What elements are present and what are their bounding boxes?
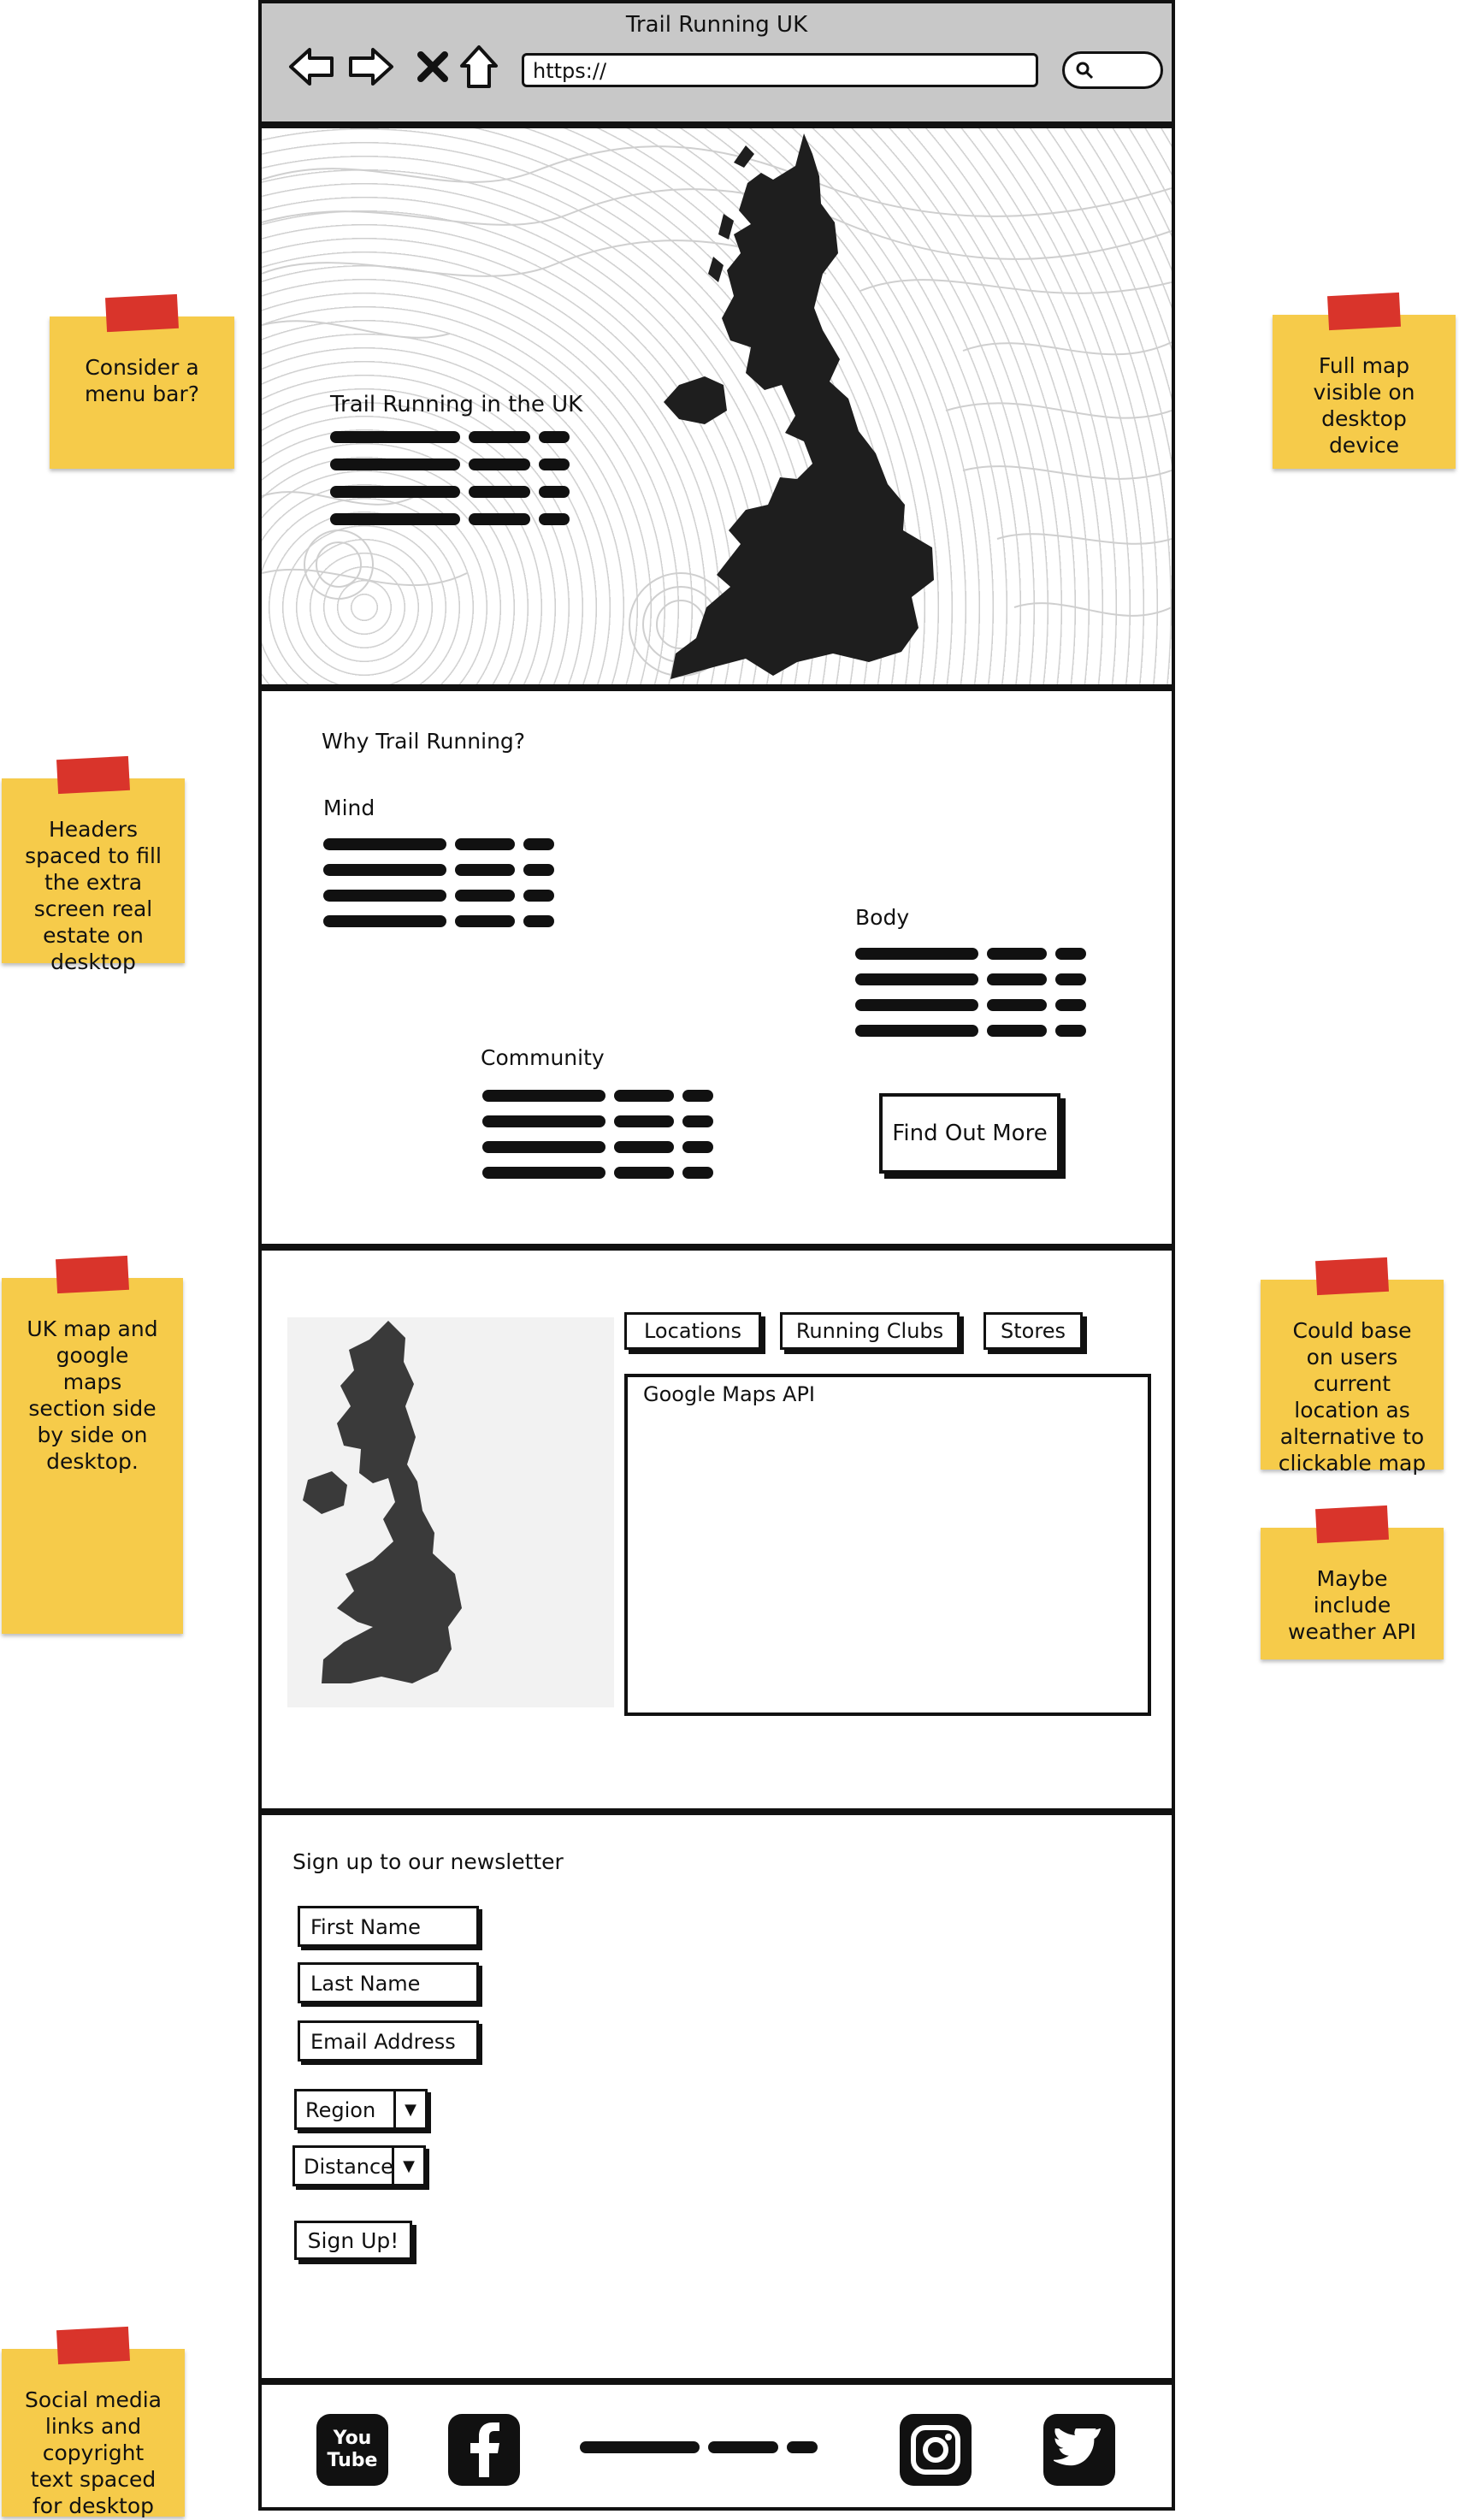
email-field[interactable]: Email Address: [298, 2020, 479, 2062]
sticky-note-full-map: Full map visible on desktop device: [1273, 292, 1456, 469]
community-heading: Community: [481, 1045, 605, 1070]
tape: [56, 2326, 130, 2365]
window-title: Trail Running UK: [625, 12, 808, 38]
tape: [1327, 292, 1401, 331]
maps-section: Locations Running Clubs Stores Google Ma…: [258, 1247, 1175, 1812]
body-heading: Body: [855, 905, 910, 930]
sticky-note-social-links: Social media links and copyright text sp…: [2, 2326, 185, 2518]
twitter-icon[interactable]: [1043, 2414, 1115, 2486]
newsletter-section: Sign up to our newsletter First Name Las…: [258, 1812, 1175, 2381]
uk-map-silhouette[interactable]: [645, 128, 970, 684]
tape: [105, 293, 179, 333]
chevron-down-icon[interactable]: ▼: [392, 2148, 423, 2184]
sticky-note-headers-spaced: Headers spaced to fill the extra screen …: [2, 755, 185, 974]
uk-map-image[interactable]: [287, 1317, 614, 1707]
google-maps-panel[interactable]: Google Maps API: [624, 1374, 1151, 1716]
community-text-scribble: [482, 1090, 722, 1184]
footer: You Tube: [258, 2381, 1175, 2511]
mind-heading: Mind: [323, 796, 375, 820]
uk-clickable-map[interactable]: [287, 1317, 614, 1707]
forward-arrow-icon[interactable]: [347, 43, 395, 91]
find-out-more-button[interactable]: Find Out More: [879, 1093, 1060, 1174]
url-bar[interactable]: https://: [522, 53, 1038, 87]
tape: [56, 1255, 129, 1294]
tab-running-clubs[interactable]: Running Clubs: [780, 1312, 960, 1350]
chevron-down-icon[interactable]: ▼: [393, 2091, 425, 2127]
youtube-icon[interactable]: You Tube: [316, 2414, 388, 2486]
sticky-note-current-location: Could base on users current location as …: [1261, 1257, 1444, 1476]
copyright-text-scribble: [580, 2441, 819, 2458]
youtube-icon-text: You Tube: [327, 2428, 378, 2471]
last-name-field[interactable]: Last Name: [298, 1962, 479, 2003]
distance-select-value: Distance: [304, 2155, 393, 2179]
home-icon[interactable]: [455, 43, 503, 91]
sign-up-button[interactable]: Sign Up!: [294, 2221, 412, 2260]
hero-title: Trail Running in the UK: [330, 392, 583, 417]
body-text-scribble: [855, 948, 1095, 1042]
tab-locations[interactable]: Locations: [624, 1312, 761, 1350]
tape: [56, 755, 130, 795]
search-icon: [1075, 61, 1094, 85]
hero-text-scribble: [330, 431, 570, 534]
hero-section: Trail Running in the UK: [258, 125, 1175, 688]
region-select[interactable]: Region ▼: [294, 2089, 428, 2130]
distance-select[interactable]: Distance ▼: [292, 2145, 426, 2186]
why-trail-running-section: Why Trail Running? Mind Body Community F…: [258, 688, 1175, 1247]
browser-chrome: Trail Running UK https://: [258, 0, 1175, 125]
search-box[interactable]: [1062, 51, 1163, 89]
sticky-note-side-by-side: UK map and google maps section side by s…: [2, 1255, 183, 1634]
close-icon[interactable]: [409, 43, 457, 91]
why-title: Why Trail Running?: [322, 729, 526, 754]
mind-text-scribble: [323, 838, 563, 932]
newsletter-title: Sign up to our newsletter: [292, 1849, 564, 1874]
sticky-note-menu-bar: Consider a menu bar?: [50, 293, 234, 469]
tape: [1315, 1505, 1389, 1544]
region-select-value: Region: [305, 2098, 376, 2122]
sticky-note-weather-api: Maybe include weather API: [1261, 1505, 1444, 1659]
back-arrow-icon[interactable]: [287, 43, 335, 91]
google-maps-label: Google Maps API: [643, 1382, 816, 1406]
tab-stores[interactable]: Stores: [983, 1312, 1083, 1350]
instagram-icon[interactable]: [900, 2414, 972, 2486]
first-name-field[interactable]: First Name: [298, 1906, 479, 1947]
tape: [1315, 1257, 1389, 1296]
facebook-icon[interactable]: [448, 2414, 520, 2486]
